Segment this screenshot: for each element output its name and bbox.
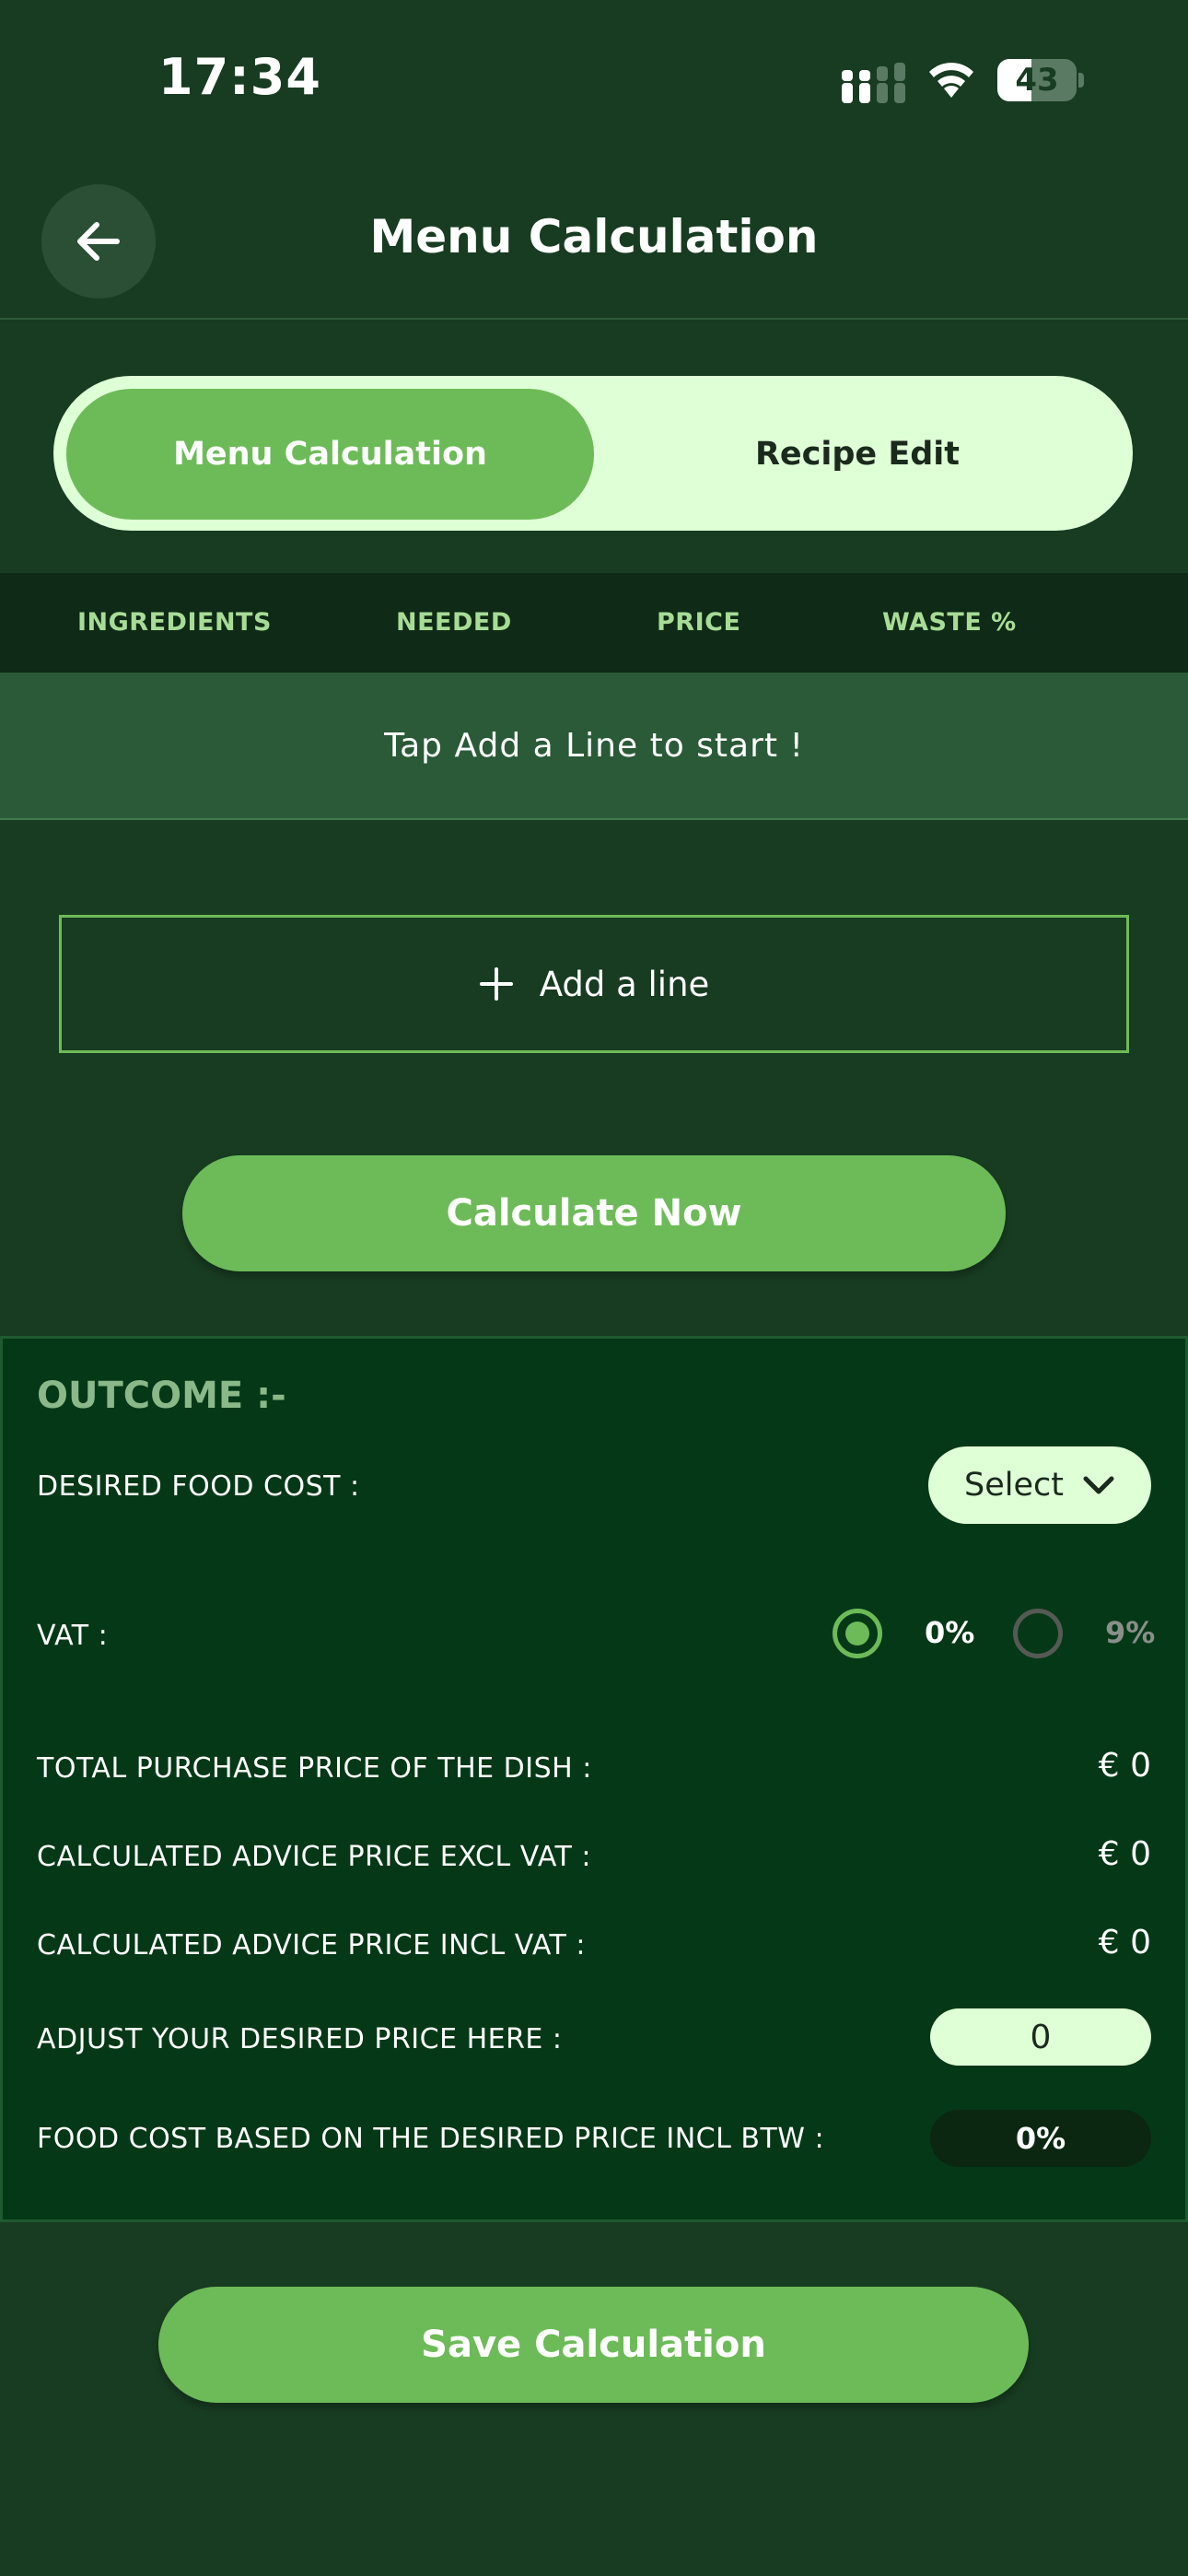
advice-incl-value: € 0	[1098, 1924, 1151, 1961]
vat-0-radio[interactable]	[833, 1609, 882, 1658]
wifi-icon	[929, 63, 973, 98]
save-calculation-button[interactable]: Save Calculation	[158, 2287, 1029, 2403]
total-purchase-value: € 0	[1098, 1747, 1151, 1785]
total-purchase-label: TOTAL PURCHASE PRICE OF THE DISH :	[37, 1752, 592, 1785]
desired-food-cost-label: DESIRED FOOD COST :	[37, 1470, 360, 1503]
plus-icon	[479, 967, 513, 1001]
desired-price-input[interactable]	[930, 2008, 1151, 2066]
signal-icon	[842, 63, 905, 103]
empty-table-message: Tap Add a Line to start !	[0, 673, 1188, 820]
header-divider	[0, 318, 1188, 320]
add-line-label: Add a line	[539, 964, 710, 1004]
status-time: 17:34	[158, 48, 321, 106]
vat-0-label: 0%	[925, 1615, 975, 1650]
advice-incl-label: CALCULATED ADVICE PRICE INCL VAT :	[37, 1929, 586, 1961]
vat-label: VAT :	[37, 1620, 109, 1652]
chevron-down-icon	[1083, 1476, 1114, 1494]
column-ingredients: INGREDIENTS	[77, 608, 272, 637]
vat-9-radio[interactable]	[1013, 1609, 1063, 1658]
add-line-button[interactable]: Add a line	[59, 915, 1129, 1053]
advice-excl-label: CALCULATED ADVICE PRICE EXCL VAT :	[37, 1841, 592, 1873]
select-label: Select	[964, 1467, 1064, 1504]
calculate-now-button[interactable]: Calculate Now	[182, 1155, 1006, 1271]
tab-recipe-edit[interactable]: Recipe Edit	[594, 389, 1121, 520]
battery-level: 43	[1015, 62, 1059, 99]
page-title: Menu Calculation	[369, 210, 819, 263]
column-needed: NEEDED	[396, 608, 512, 637]
food-cost-label: FOOD COST BASED ON THE DESIRED PRICE INC…	[37, 2123, 825, 2155]
vat-9-label: 9%	[1105, 1615, 1156, 1650]
battery-icon: 43	[997, 59, 1084, 101]
column-waste: WASTE %	[882, 608, 1017, 637]
outcome-title: OUTCOME :-	[37, 1375, 286, 1417]
desired-price-label: ADJUST YOUR DESIRED PRICE HERE :	[37, 2023, 563, 2055]
advice-excl-value: € 0	[1098, 1835, 1151, 1873]
column-price: PRICE	[657, 608, 741, 637]
food-cost-value: 0%	[930, 2110, 1151, 2167]
desired-food-cost-select[interactable]: Select	[928, 1446, 1151, 1524]
tab-menu-calculation[interactable]: Menu Calculation	[66, 389, 594, 520]
